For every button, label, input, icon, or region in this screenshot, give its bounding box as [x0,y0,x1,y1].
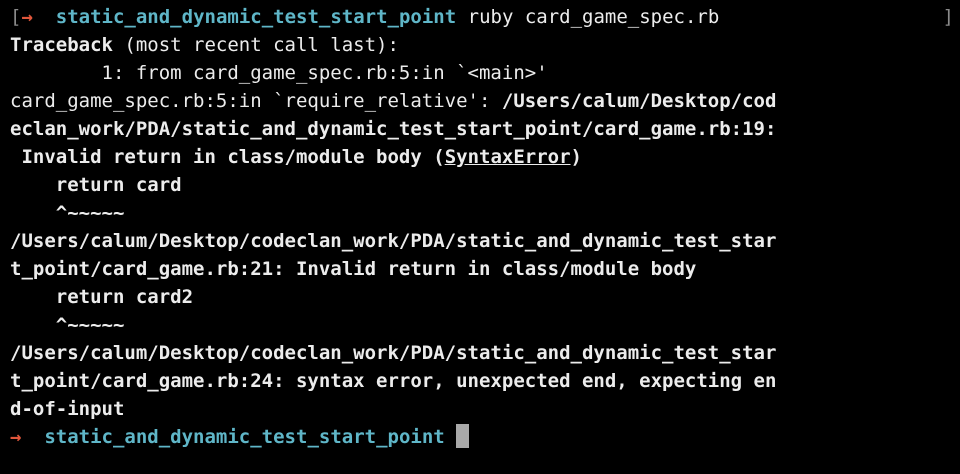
error3-line-b: t_point/card_game.rb:24: syntax error, u… [10,370,777,392]
error1-line-a: card_game_spec.rb:5:in `require_relative… [10,87,954,115]
command-text: ruby card_game_spec.rb [467,6,720,28]
require-prefix: card_game_spec.rb:5:in `require_relative… [10,90,502,112]
code-line-2: return card2 [10,286,194,308]
error1-class: SyntaxError [444,146,571,168]
error2-line-a: /Users/calum/Desktop/codeclan_work/PDA/s… [10,230,777,252]
prompt-directory: static_and_dynamic_test_start_point [55,6,457,28]
caret-line-1: ^~~~~~ [10,202,125,224]
error1-message: Invalid return in class/module body (Syn… [10,143,954,171]
traceback-frame: 1: from card_game_spec.rb:5:in `<main>' [10,62,548,84]
selection-bracket-left: [ [10,6,22,28]
error2-line-b: t_point/card_game.rb:21: Invalid return … [10,258,697,280]
selection-bracket-right: ] [942,6,954,28]
prompt-line: [→ static_and_dynamic_test_start_point r… [10,3,954,31]
prompt-arrow-icon: → [21,6,33,28]
error1-close: ) [570,146,582,168]
error1-msg-text: Invalid return in class/module body ( [10,146,445,168]
traceback-label: Traceback [10,34,113,56]
terminal-window[interactable]: [→ static_and_dynamic_test_start_point r… [10,3,954,451]
error3-line-a: /Users/calum/Desktop/codeclan_work/PDA/s… [10,342,777,364]
code-line-1: return card [10,174,182,196]
error1-path-a: /Users/calum/Desktop/cod [501,90,777,112]
caret-line-2: ^~~~~~ [10,314,125,336]
traceback-rest: (most recent call last): [112,34,399,56]
prompt-line-current[interactable]: → static_and_dynamic_test_start_point [10,423,954,451]
traceback-header: Traceback (most recent call last): [10,31,954,59]
text-cursor[interactable] [456,424,470,448]
prompt-arrow-icon: → [10,426,22,448]
prompt-directory: static_and_dynamic_test_start_point [44,426,445,448]
error1-line-b: eclan_work/PDA/static_and_dynamic_test_s… [10,118,777,140]
error3-line-c: d-of-input [10,398,125,420]
